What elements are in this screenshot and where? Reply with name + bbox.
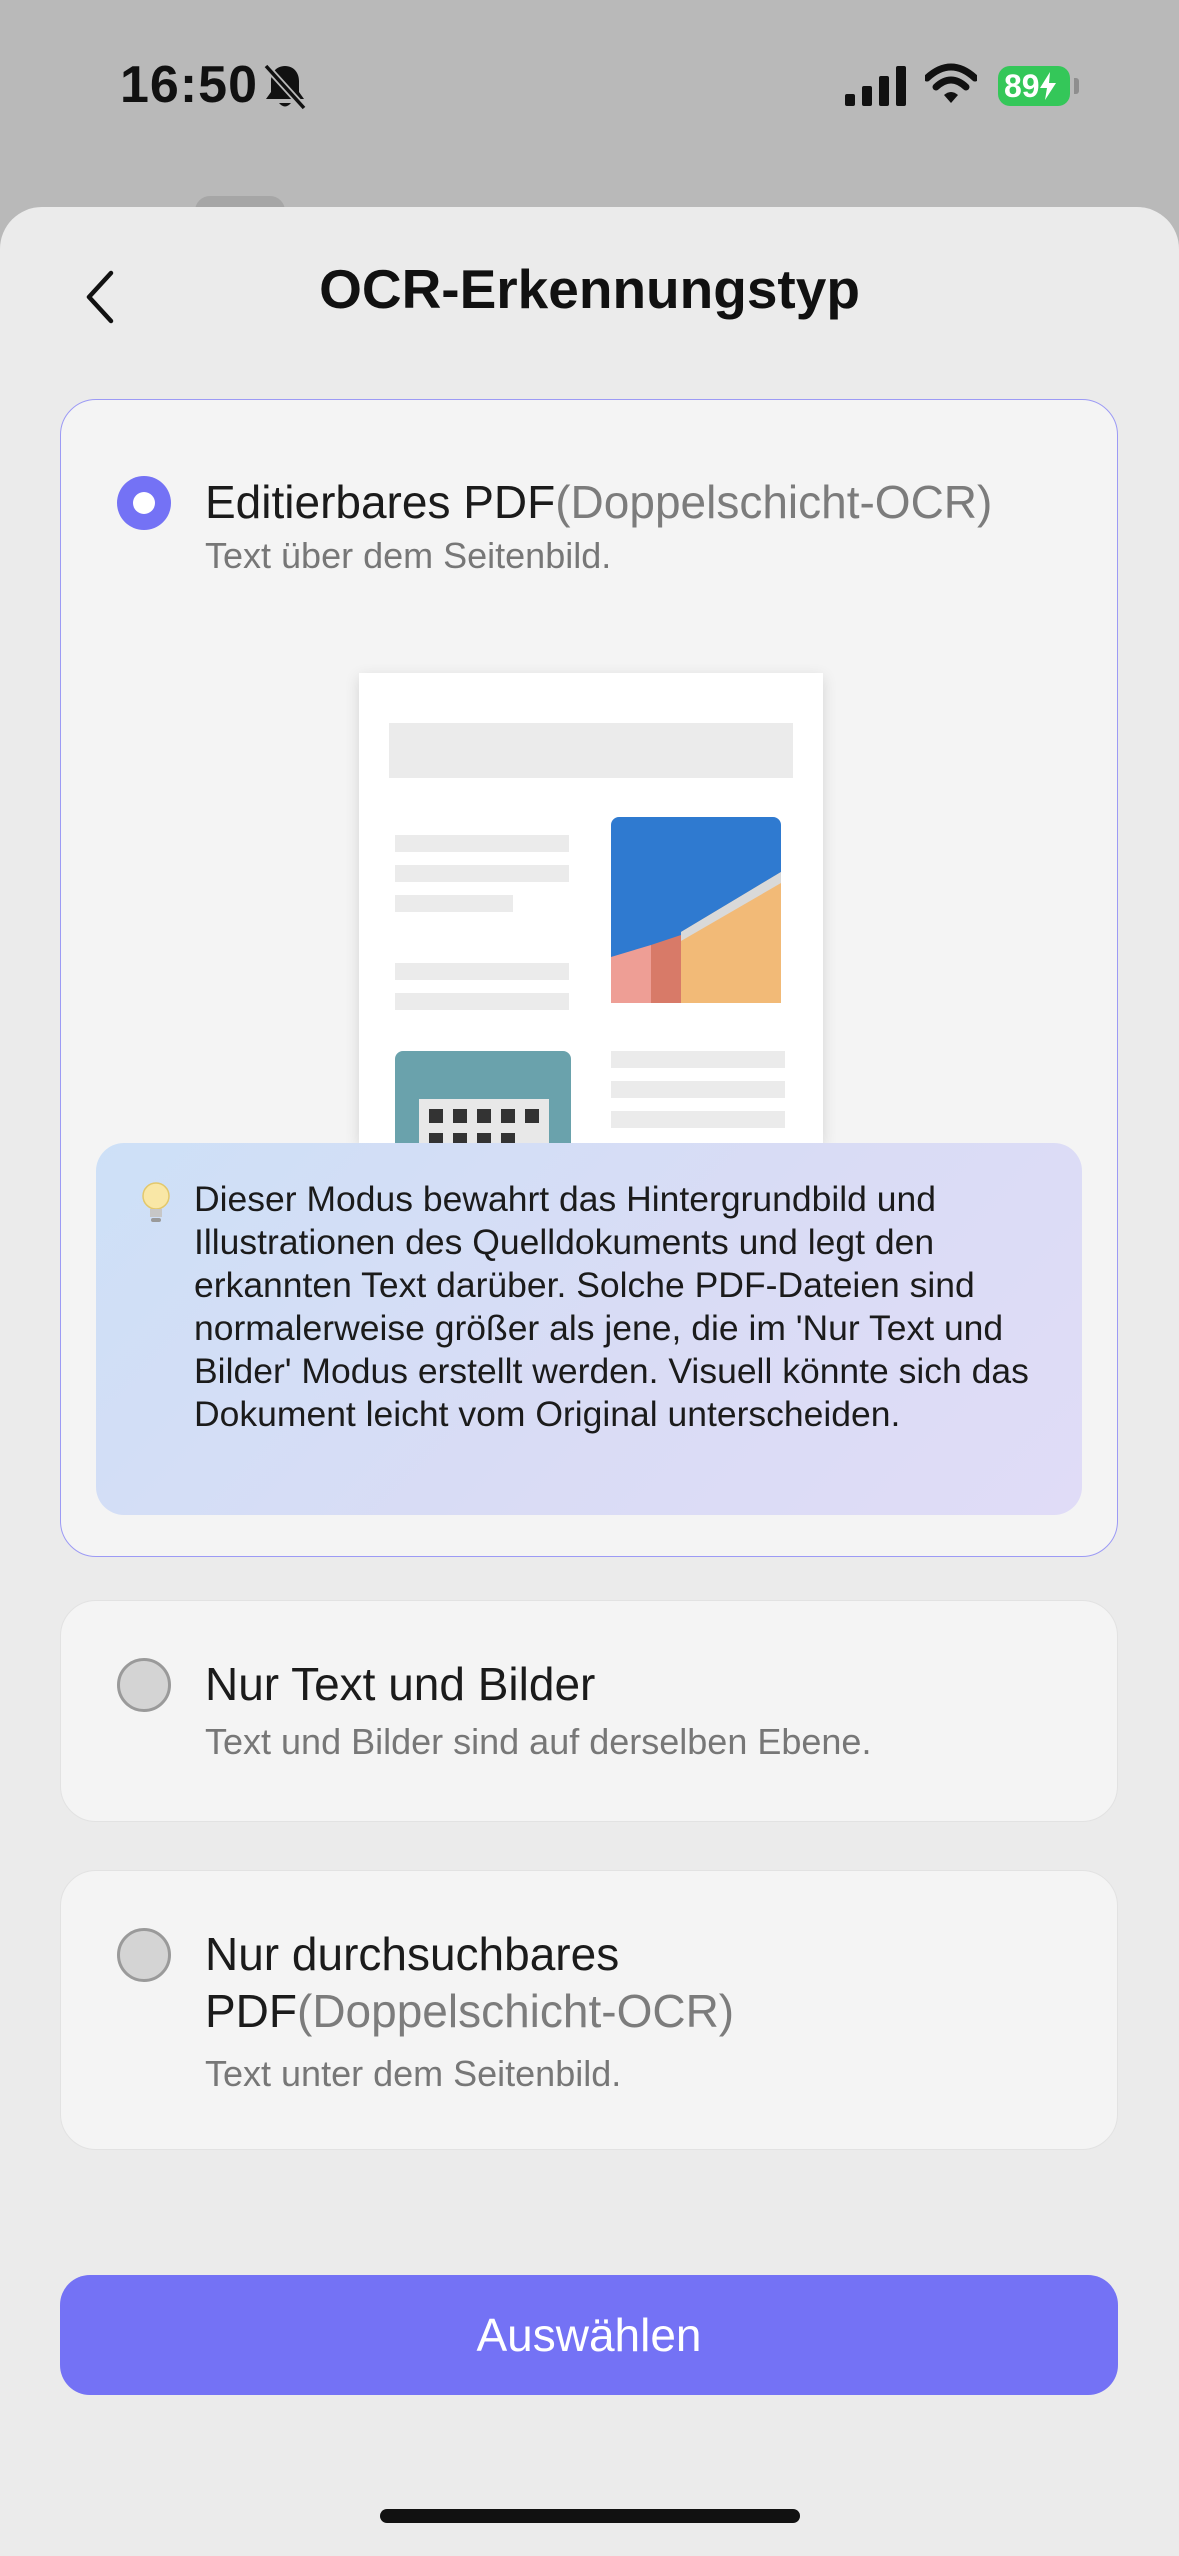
option-title-paren: (Doppelschicht-OCR) xyxy=(297,1985,735,2037)
info-tip-box: Dieser Modus bewahrt das Hintergrundbild… xyxy=(96,1143,1082,1515)
option-title-main: Editierbares PDF xyxy=(205,476,556,528)
charging-bolt-icon xyxy=(1039,72,1056,100)
option-subtitle: Text unter dem Seitenbild. xyxy=(205,2053,622,2094)
option-editable-pdf[interactable]: Editierbares PDF(Doppelschicht-OCR) Text… xyxy=(60,399,1118,1557)
option-title: Editierbares PDF(Doppelschicht-OCR) xyxy=(205,474,992,531)
radio-unselected[interactable] xyxy=(117,1928,171,1982)
option-title: Nur Text und Bilder xyxy=(205,1658,596,1710)
option-title-line2: PDF xyxy=(205,1985,297,2037)
bottom-sheet: OCR-Erkennungstyp Editierbares PDF(Doppe… xyxy=(0,207,1179,2556)
document-illustration xyxy=(359,673,823,1143)
building-photo-icon xyxy=(611,817,781,1003)
cellular-signal-icon xyxy=(845,66,906,106)
battery-level: 89 xyxy=(1004,67,1040,104)
nav-bar: OCR-Erkennungstyp xyxy=(0,207,1179,377)
page-title: OCR-Erkennungstyp xyxy=(319,258,860,320)
battery-icon: 89 xyxy=(998,66,1070,106)
option-title-paren: (Doppelschicht-OCR) xyxy=(555,476,993,528)
tip-text: Dieser Modus bewahrt das Hintergrundbild… xyxy=(194,1179,1029,1434)
option-subtitle: Text über dem Seitenbild. xyxy=(205,535,612,576)
option-searchable-pdf[interactable]: Nur durchsuchbares PDF(Doppelschicht-OCR… xyxy=(60,1870,1118,2150)
wifi-icon xyxy=(925,63,977,103)
status-time: 16:50 xyxy=(120,56,258,114)
tower-photo-icon xyxy=(395,1051,571,1143)
lightbulb-icon xyxy=(142,1182,170,1222)
option-title: Nur durchsuchbares PDF(Doppelschicht-OCR… xyxy=(205,1926,734,2040)
battery-tip xyxy=(1074,78,1079,94)
option-title-line1: Nur durchsuchbares xyxy=(205,1928,620,1980)
home-indicator xyxy=(380,2509,800,2523)
status-bar: 16:50 89 xyxy=(0,0,1179,180)
radio-selected[interactable] xyxy=(117,476,171,530)
option-text-and-images[interactable]: Nur Text und Bilder Text und Bilder sind… xyxy=(60,1600,1118,1822)
option-subtitle: Text und Bilder sind auf derselben Ebene… xyxy=(205,1721,872,1762)
radio-unselected[interactable] xyxy=(117,1658,171,1712)
bell-slash-icon xyxy=(263,63,307,111)
select-button[interactable]: Auswählen xyxy=(60,2275,1118,2395)
